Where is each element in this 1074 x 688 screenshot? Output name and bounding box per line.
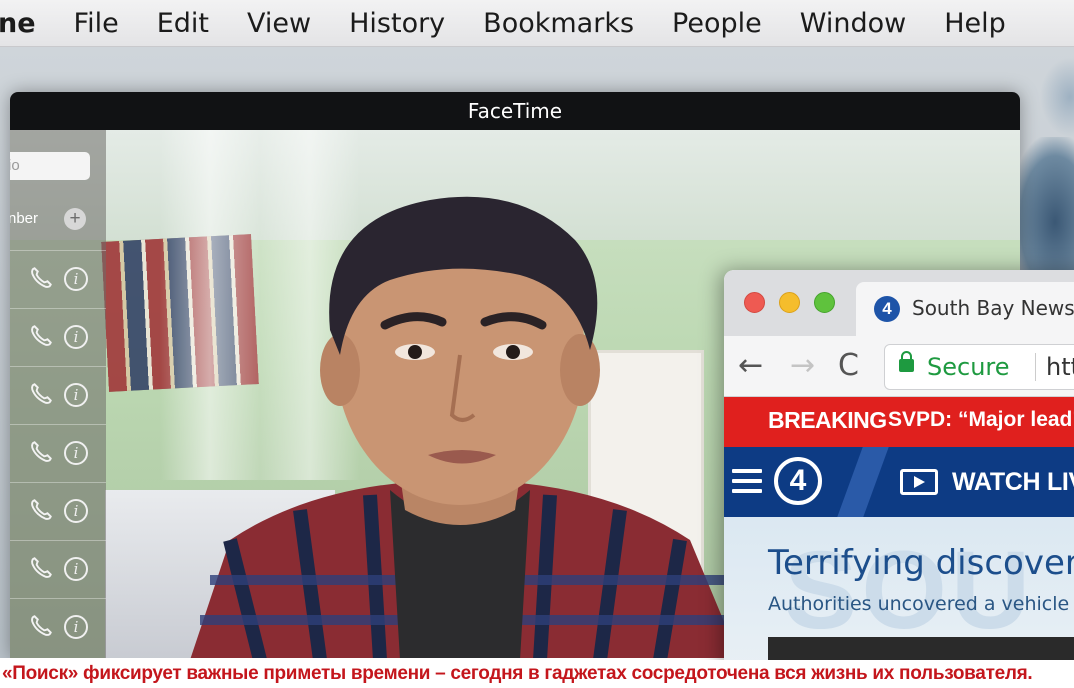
address-bar[interactable]: Secure http [884,344,1074,390]
article-headline[interactable]: Terrifying discovery i [768,543,1074,583]
channel-logo[interactable]: 4 [774,457,822,505]
menu-history[interactable]: History [349,8,445,39]
watch-live-link[interactable]: WATCH LIV [952,468,1074,497]
info-icon[interactable]: i [64,383,88,407]
article-section: SOU Terrifying discovery i Authorities u… [724,517,1074,670]
phone-icon[interactable] [28,613,54,639]
phone-icon[interactable] [28,497,54,523]
lock-icon [899,351,914,372]
wallpaper-detail [1040,57,1074,137]
menu-app-name[interactable]: ne [0,8,36,39]
site-favicon: 4 [874,296,900,322]
breaking-headline[interactable]: SVPD: “Major lead” [888,408,1074,432]
facetime-titlebar[interactable]: FaceTime [10,92,1020,130]
play-icon[interactable] [900,469,938,495]
menu-file[interactable]: File [74,8,119,39]
phone-icon[interactable] [28,323,54,349]
info-icon[interactable]: i [64,325,88,349]
contact-row[interactable]: i [10,540,106,599]
contact-row[interactable]: i [10,424,106,483]
window-title: FaceTime [467,99,563,123]
contact-row[interactable]: i [10,308,106,367]
browser-toolbar: ← → C Secure http [724,336,1074,397]
info-icon[interactable]: i [64,499,88,523]
contact-row[interactable]: i [10,366,106,425]
photo-caption: «Поиск» фиксирует важные приметы времени… [0,660,1074,688]
contact-row[interactable]: i [10,598,106,657]
minimize-window-button[interactable] [779,292,800,313]
nav-divider [837,447,889,517]
caller-person [190,196,740,658]
breaking-label: BREAKING [768,407,887,433]
search-field[interactable]: io [10,152,90,180]
browser-tab[interactable]: 4 South Bay News | [856,282,1074,336]
phone-icon[interactable] [28,265,54,291]
browser-window[interactable]: 4 South Bay News | ← → C Secure http BRE… [724,270,1074,670]
breaking-news-banner[interactable]: BREAKING SVPD: “Major lead” [724,397,1074,447]
zoom-window-button[interactable] [814,292,835,313]
url-text[interactable]: http [1035,353,1074,381]
phone-icon[interactable] [28,555,54,581]
reload-button[interactable]: C [838,348,859,383]
menu-people[interactable]: People [672,8,762,39]
menu-bar: ne File Edit View History Bookmarks Peop… [0,0,1074,47]
forward-button[interactable]: → [790,348,815,383]
info-icon[interactable]: i [64,441,88,465]
tab-strip: 4 South Bay News | [724,270,1074,336]
phone-icon[interactable] [28,439,54,465]
back-button[interactable]: ← [738,348,763,383]
add-icon[interactable]: + [64,208,86,230]
info-icon[interactable]: i [64,615,88,639]
menu-view[interactable]: View [247,8,311,39]
hamburger-icon[interactable] [732,469,762,493]
menu-help[interactable]: Help [944,8,1006,39]
menu-window[interactable]: Window [800,8,906,39]
contact-row[interactable]: i [10,482,106,541]
secure-label: Secure [927,353,1010,381]
site-nav-bar: 4 WATCH LIV [724,447,1074,517]
info-icon[interactable]: i [64,557,88,581]
menu-bookmarks[interactable]: Bookmarks [483,8,634,39]
contacts-sidebar: io nber + i i i i i [10,130,106,658]
article-subheadline: Authorities uncovered a vehicle b [768,593,1074,615]
phone-icon[interactable] [28,381,54,407]
menu-edit[interactable]: Edit [157,8,209,39]
contact-row[interactable]: i [10,250,106,309]
info-icon[interactable]: i [64,267,88,291]
close-window-button[interactable] [744,292,765,313]
tab-title: South Bay News | [912,296,1074,320]
